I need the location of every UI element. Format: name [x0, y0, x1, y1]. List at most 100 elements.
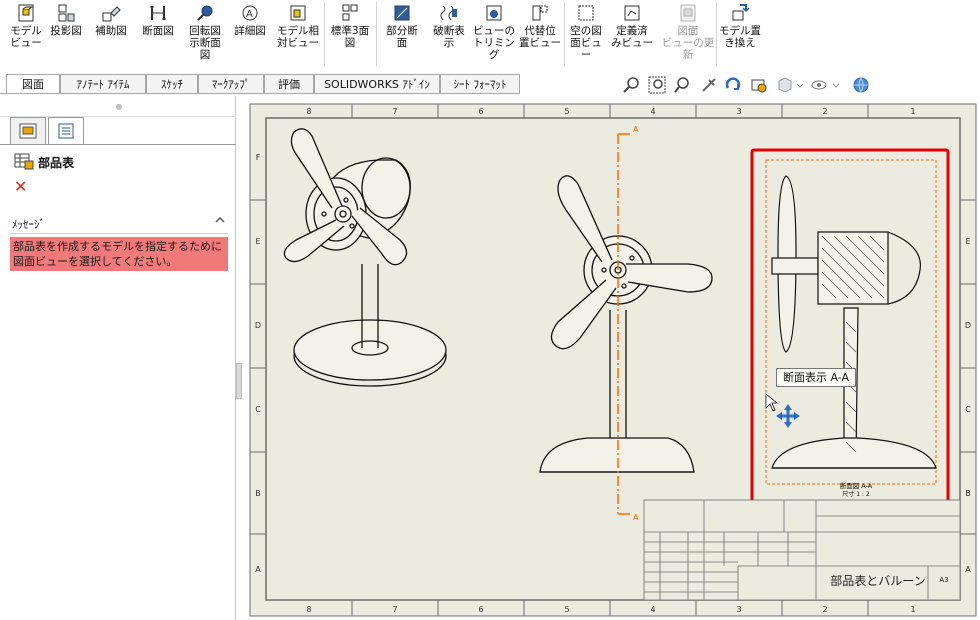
bom-table-icon	[14, 153, 34, 170]
chevron-up-icon[interactable]	[214, 215, 226, 225]
command-manager-ribbon: モデル ビュー 投影図 補助図 断面図 回転図 示断面 図 A 詳細図 モデル相…	[0, 0, 980, 70]
standard-3-view-icon	[342, 4, 358, 21]
zone-col-label: 6	[478, 605, 483, 614]
zone-row-label: A	[255, 565, 261, 574]
pan-icon[interactable]	[700, 76, 718, 94]
update-views-icon	[680, 4, 696, 22]
detail-view-button[interactable]: A 詳細図	[230, 3, 270, 37]
break-button[interactable]: 破断表 示	[428, 3, 470, 49]
update-views-button[interactable]: 図面 ビューの更 新	[660, 3, 716, 61]
divider	[0, 144, 236, 145]
zone-row-label: F	[256, 153, 261, 162]
section-view-caption: 断面図 A-A	[840, 481, 873, 490]
hide-show-items-icon[interactable]	[810, 76, 828, 94]
standard-3-view-button[interactable]: 標準3面 図	[328, 3, 372, 49]
title-block-title: 部品表とバルーン	[830, 573, 925, 588]
zone-col-label: 1	[910, 605, 915, 614]
projected-view-icon	[58, 4, 75, 22]
zone-col-label: 7	[392, 107, 397, 116]
zone-row-label: E	[965, 237, 970, 246]
section-view-scale: 尺寸 1 : 2	[842, 490, 870, 498]
empty-view-button[interactable]: 空の図 面ビュー	[566, 3, 606, 61]
empty-view-icon	[578, 5, 594, 21]
auxiliary-view-icon	[102, 6, 121, 22]
tab-sheet-format[interactable]: ｼｰﾄ ﾌｫｰﾏｯﾄ	[440, 74, 520, 94]
removed-section-button[interactable]: 回転図 示断面 図	[184, 3, 226, 61]
divider	[10, 233, 228, 234]
replace-model-button[interactable]: モデル置 き換え	[718, 3, 762, 49]
section-marker-top: A	[633, 125, 639, 134]
zone-row-label: D	[255, 321, 261, 330]
cancel-icon[interactable]: ✕	[14, 178, 27, 196]
tab-feature-manager[interactable]	[10, 117, 46, 145]
zone-col-label: 4	[650, 107, 655, 116]
appearance-globe-icon[interactable]	[852, 76, 870, 94]
zoom-to-fit-icon[interactable]	[622, 76, 640, 94]
pane-handle[interactable]	[116, 104, 122, 110]
tab-annotation[interactable]: ｱﾉﾃｰﾄ ｱｲﾃﾑ	[60, 74, 146, 94]
tab-property-manager[interactable]	[48, 117, 84, 145]
crop-view-button[interactable]: ビューの トリミング	[472, 3, 516, 61]
zone-col-label: 3	[736, 605, 741, 614]
section-view-icon	[150, 6, 166, 20]
detail-view-icon: A	[242, 5, 258, 21]
zone-col-label: 1	[910, 107, 915, 116]
chevron-down-icon[interactable]	[832, 76, 840, 94]
predefined-view-icon	[624, 5, 640, 21]
replace-model-icon	[732, 4, 750, 21]
feature-tree-icon	[19, 123, 37, 139]
ribbon-separator	[564, 2, 565, 66]
zone-row-label: C	[255, 405, 261, 414]
auxiliary-view-button[interactable]: 補助図	[90, 3, 132, 37]
relative-view-button[interactable]: モデル相 対ビュー	[276, 3, 320, 49]
zone-col-label: 3	[736, 107, 741, 116]
ribbon-separator	[324, 2, 325, 66]
zone-col-label: 4	[650, 605, 655, 614]
tab-sketch[interactable]: ｽｹｯﾁ	[146, 74, 198, 94]
tab-drawing[interactable]: 図面	[6, 74, 60, 94]
crop-view-icon	[486, 5, 502, 21]
message-box: 部品表を作成するモデルを指定するために図面ビューを選択してください。	[10, 237, 228, 271]
break-icon	[440, 5, 457, 21]
broken-out-section-icon	[394, 5, 410, 21]
zone-row-label: B	[965, 489, 971, 498]
zoom-to-area-icon[interactable]	[648, 76, 666, 94]
section-view-button[interactable]: 断面図	[138, 3, 178, 37]
solidworks-window: モデル ビュー 投影図 補助図 断面図 回転図 示断面 図 A 詳細図 モデル相…	[0, 0, 980, 620]
property-manager-title: 部品表	[38, 156, 75, 170]
drawing-sheet-area: 8 7 6 5 4 3 2 1 8 7 6 5 4 3 2 1 F E D C …	[248, 102, 980, 620]
rotate-icon[interactable]	[724, 76, 742, 94]
svg-text:A: A	[246, 9, 253, 20]
predefined-view-button[interactable]: 定義済 みビュー	[610, 3, 654, 49]
zone-col-label: 7	[392, 605, 397, 614]
pane-splitter[interactable]	[236, 363, 242, 399]
tab-solidworks-addins[interactable]: SOLIDWORKS ｱﾄﾞｲﾝ	[314, 74, 440, 94]
zone-row-label: D	[965, 321, 971, 330]
property-manager-pane: 部品表 ✕ ﾒｯｾｰｼﾞ 部品表を作成するモデルを指定するために図面ビューを選択…	[0, 96, 236, 620]
zone-col-label: 8	[306, 605, 311, 614]
zone-row-label: C	[965, 405, 971, 414]
section-marker-bottom: A	[633, 513, 639, 522]
ribbon-separator	[716, 2, 717, 66]
model-view-icon	[18, 4, 34, 22]
tab-underline	[0, 93, 520, 94]
previous-view-icon[interactable]	[674, 76, 692, 94]
message-section-header: ﾒｯｾｰｼﾞ	[12, 218, 45, 231]
tab-markup[interactable]: ﾏｰｸｱｯﾌﾟ	[198, 74, 264, 94]
zone-row-label: B	[255, 489, 261, 498]
property-list-icon	[58, 123, 74, 139]
broken-out-section-button[interactable]: 部分断 面	[380, 3, 424, 49]
section-view-tooltip: 断面表示 A-A	[776, 368, 857, 387]
chevron-down-icon[interactable]	[796, 76, 804, 94]
projected-view-button[interactable]: 投影図	[46, 3, 86, 37]
alternate-position-button[interactable]: 代替位 置ビュー	[518, 3, 562, 49]
alternate-position-icon	[532, 5, 548, 21]
model-view-button[interactable]: モデル ビュー	[8, 3, 44, 49]
zone-row-label: A	[965, 565, 971, 574]
ribbon-separator	[376, 2, 377, 66]
display-style-icon[interactable]	[776, 76, 794, 94]
heads-up-view-toolbar	[620, 76, 880, 96]
tab-evaluate[interactable]: 評価	[264, 74, 314, 94]
zone-col-label: 5	[564, 107, 569, 116]
view-orientation-icon[interactable]	[750, 76, 768, 94]
